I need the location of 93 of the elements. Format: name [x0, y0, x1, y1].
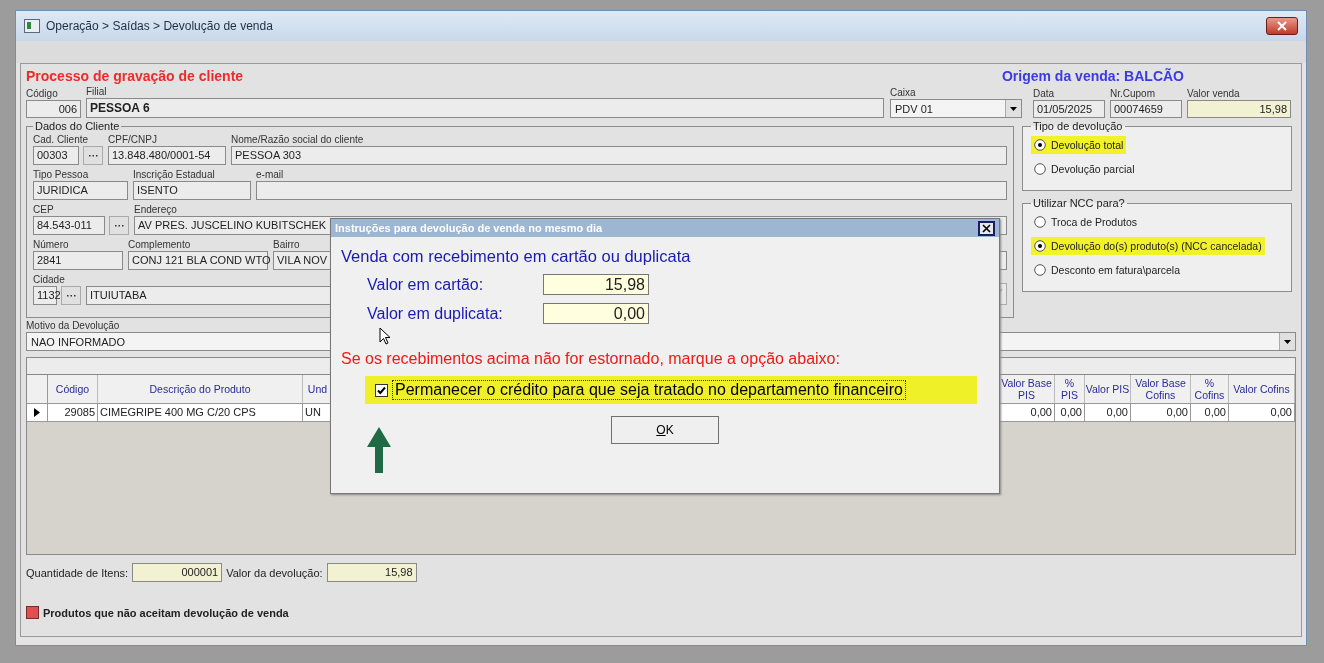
input-field[interactable]: JURIDICA — [33, 181, 128, 200]
field-label: Cad. Cliente — [33, 134, 90, 146]
radio-icon — [1034, 240, 1046, 252]
arrow-drawing — [366, 427, 392, 473]
dialog-title: Instruções para devolução de venda no mesmo dia — [335, 222, 603, 234]
checkbox-icon — [375, 383, 388, 397]
radio-option[interactable]: Devolução do(s) produto(s) (NCC cancelada) — [1031, 237, 1265, 255]
field-label: CPF/CNPJ — [108, 134, 158, 146]
field-label: Nr.Cupom — [1110, 88, 1156, 100]
table-cell: 0,00 — [1191, 404, 1229, 421]
field-label: Bairro — [273, 239, 301, 251]
input-field[interactable]: 01/05/2025 — [1033, 100, 1105, 118]
input-field[interactable]: CONJ 121 BLA COND WTO — [128, 251, 268, 270]
column-header[interactable]: Descrição do Produto — [98, 375, 303, 403]
input-field[interactable]: 006 — [26, 100, 81, 118]
lookup-button[interactable] — [83, 146, 103, 165]
table-cell: 0,00 — [1055, 404, 1085, 421]
lookup-button[interactable] — [109, 216, 129, 235]
table-cell: 29085 — [48, 404, 98, 421]
input-field[interactable]: 2841 — [33, 251, 123, 270]
field-label: Código — [26, 88, 59, 100]
cursor-icon — [379, 327, 391, 345]
form-heading: Processo de gravação de cliente — [26, 68, 244, 84]
radio-icon — [1034, 139, 1046, 151]
ellipsis-icon — [88, 154, 98, 157]
field-label: Número — [33, 239, 70, 251]
field-label: Filial — [86, 86, 108, 98]
dialog-heading: Venda com recebimento em cartão ou duplicata — [341, 247, 692, 266]
field-label: Cidade — [33, 274, 66, 286]
column-header[interactable]: Valor PIS — [1085, 375, 1131, 403]
window-title: Operação > Saídas > Devolução de venda — [46, 19, 274, 33]
ok-button[interactable]: OK — [611, 416, 719, 444]
input-field[interactable]: PESSOA 303 — [231, 146, 1007, 165]
close-icon — [982, 223, 991, 233]
input-field[interactable]: 0,00 — [543, 303, 649, 324]
input-field[interactable]: 00074659 — [1110, 100, 1182, 118]
dropdown-icon — [1005, 100, 1021, 117]
field-label: Nome/Razão social do cliente — [231, 134, 365, 146]
field-label: Complemento — [128, 239, 192, 251]
lookup-button[interactable] — [61, 286, 81, 305]
table-cell: 0,00 — [1131, 404, 1191, 421]
ellipsis-icon — [114, 224, 124, 227]
table-cell: 0,00 — [1085, 404, 1131, 421]
radio-option[interactable]: Desconto em fatura\parcela — [1031, 261, 1183, 279]
field-label: Valor em duplicata: — [367, 304, 504, 323]
column-header[interactable]: % PIS — [1055, 375, 1085, 403]
close-button[interactable] — [1266, 17, 1298, 35]
table-cell: CIMEGRIPE 400 MG C/20 CPS — [98, 404, 303, 421]
column-header[interactable]: Código — [48, 375, 98, 403]
group-title: Tipo de devolução — [1032, 120, 1124, 132]
field-label: Tipo Pessoa — [33, 169, 90, 181]
field-label: Caixa — [890, 87, 917, 99]
field-label: Motivo da Devolução — [26, 320, 121, 332]
field-label: e-mail — [256, 169, 285, 181]
group-title: Dados do Cliente — [34, 120, 121, 132]
table-cell: 0,00 — [1229, 404, 1295, 421]
app-icon — [24, 19, 40, 33]
radio-option[interactable]: Devolução total — [1031, 136, 1127, 154]
field-label: CEP — [33, 204, 55, 216]
input-field[interactable]: 000001 — [132, 563, 223, 582]
radio-option[interactable]: Troca de Produtos — [1031, 213, 1140, 231]
warning-text: Se os recebimentos acima não for estornado, marque a opção abaixo: — [341, 350, 841, 368]
field-label: Endereço — [134, 204, 178, 216]
field-label: Inscrição Estadual — [133, 169, 216, 181]
input-field[interactable]: 15,98 — [543, 274, 649, 295]
ellipsis-icon — [66, 294, 76, 297]
column-header[interactable]: Valor Cofins — [1229, 375, 1295, 403]
sale-origin-label: Origem da venda: BALCÃO — [1001, 68, 1184, 84]
radio-icon — [1034, 264, 1046, 276]
input-field[interactable]: 15,98 — [1187, 100, 1291, 118]
field-label: Valor venda — [1187, 88, 1241, 100]
field-label: Valor da devolução: — [226, 566, 323, 579]
field-label: Valor em cartão: — [367, 275, 485, 294]
input-field[interactable]: PESSOA 6 — [86, 98, 884, 118]
select-field[interactable]: PDV 01 — [890, 99, 1022, 118]
input-field[interactable]: 15,98 — [326, 563, 417, 582]
input-field[interactable]: 00303 — [33, 146, 79, 165]
legend-label: Produtos que não aceitam devolução de venda — [43, 606, 289, 619]
close-icon — [1277, 21, 1287, 31]
radio-option[interactable]: Devolução parcial — [1031, 160, 1138, 178]
input-field[interactable]: 13.848.480/0001-54 — [108, 146, 226, 165]
column-header[interactable]: % Cofins — [1191, 375, 1229, 403]
group-title: Utilizar NCC para? — [1032, 197, 1126, 209]
dropdown-icon — [1279, 333, 1295, 350]
radio-icon — [1034, 163, 1046, 175]
input-field[interactable]: 84.543-011 — [33, 216, 105, 235]
close-button[interactable] — [978, 220, 995, 236]
radio-icon — [1034, 216, 1046, 228]
input-field[interactable]: ISENTO — [133, 181, 251, 200]
field-label: Quantidade de Itens: — [26, 566, 129, 579]
field-label: Data — [1033, 88, 1056, 100]
column-header[interactable]: Valor Base Cofins — [1131, 375, 1191, 403]
input-field[interactable] — [256, 181, 1007, 200]
